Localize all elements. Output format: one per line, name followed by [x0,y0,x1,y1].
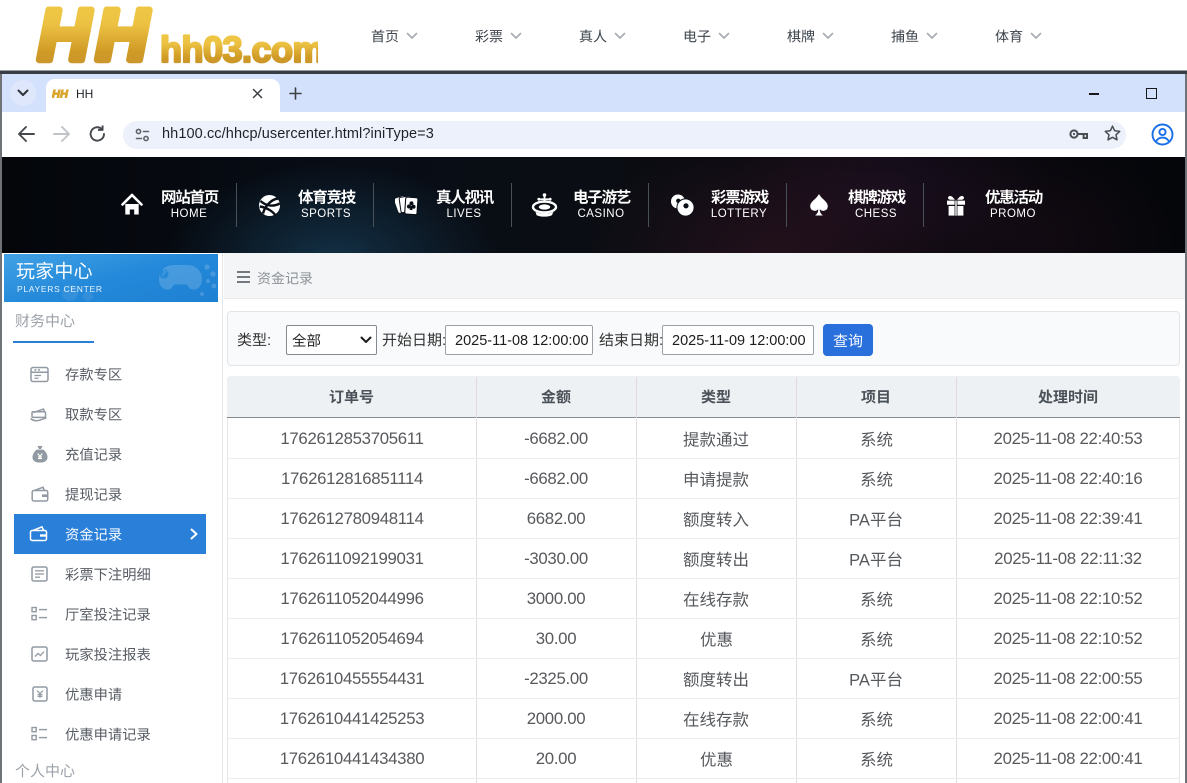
svg-text:hh03.com: hh03.com [160,29,318,68]
svg-text:HH: HH [38,0,154,68]
svg-text:HH: HH [52,89,69,101]
